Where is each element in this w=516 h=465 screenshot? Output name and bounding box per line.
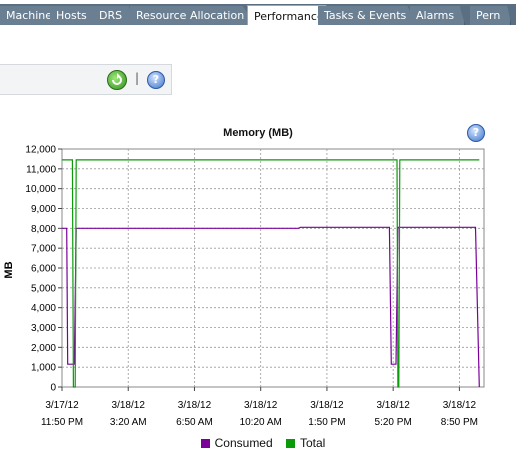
x-tick-time: 11:50 PM [41, 417, 83, 428]
chart-grid [61, 148, 485, 388]
memory-chart: 0 1,000 2,000 3,000 4,000 5,000 6,000 7,000 8,00… [3, 145, 485, 428]
x-tick-time: 6:50 AM [176, 417, 213, 428]
y-tick-label: 1,000 [31, 363, 56, 374]
legend-label-consumed: Consumed [214, 436, 273, 450]
y-tick-label: 2,000 [31, 343, 56, 354]
y-tick-label: 3,000 [31, 323, 56, 334]
x-tick-time: 5:20 PM [375, 417, 412, 428]
y-axis-label: MB [3, 261, 15, 278]
x-tick-date: 3/18/12 [244, 400, 278, 411]
legend-swatch-consumed [200, 439, 210, 448]
x-tick-date: 3/18/12 [310, 400, 344, 411]
x-tick-date: 3/18/12 [443, 400, 477, 411]
y-tick-label: 12,000 [25, 145, 56, 156]
x-tick-date: 3/18/12 [376, 400, 410, 411]
x-tick-time: 3:20 AM [110, 417, 147, 428]
legend-label-total: Total [300, 436, 326, 450]
plot-area [61, 148, 485, 388]
x-tick-time: 10:20 AM [240, 417, 282, 428]
x-tick-time: 8:50 PM [441, 417, 478, 428]
y-tick-label: 5,000 [31, 283, 56, 294]
y-tick-label: 7,000 [31, 244, 56, 255]
y-tick-label: 10,000 [25, 184, 56, 195]
y-tick-label: 8,000 [31, 224, 56, 235]
chart-legend: Consumed Total [0, 436, 516, 450]
x-tick-date: 3/17/12 [45, 400, 79, 411]
y-tick-label: 9,000 [31, 204, 56, 215]
x-tick-time: 1:50 PM [308, 417, 345, 428]
x-tick-date: 3/18/12 [178, 400, 212, 411]
x-tick-date: 3/18/12 [112, 400, 146, 411]
y-tick-label: 11,000 [26, 164, 56, 175]
y-tick-label: 0 [50, 383, 56, 394]
legend-swatch-total [286, 439, 295, 448]
y-tick-label: 4,000 [31, 303, 56, 314]
y-tick-label: 6,000 [31, 264, 56, 275]
